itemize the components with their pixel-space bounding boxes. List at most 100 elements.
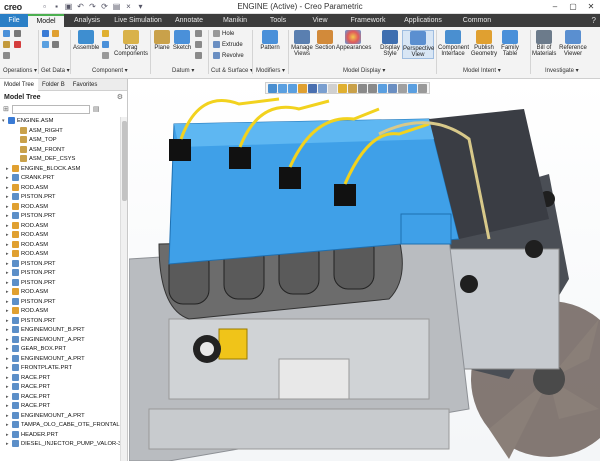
tree-item[interactable]: ▸ ROD.ASM — [6, 240, 48, 250]
settings-button[interactable] — [3, 52, 12, 59]
tab-view[interactable]: View — [298, 14, 342, 27]
get-data-button-4[interactable] — [52, 41, 61, 48]
group-operations[interactable]: Operations ▾ — [3, 67, 37, 74]
tab-analysis[interactable]: Analysis — [64, 14, 110, 27]
help-icon[interactable]: ? — [592, 16, 600, 25]
plane-button[interactable]: Plane — [153, 30, 171, 51]
graphics-viewport[interactable] — [129, 79, 600, 461]
reference-viewer-button[interactable]: Reference Viewer — [557, 30, 589, 57]
component-button-1[interactable] — [102, 30, 111, 37]
tree-item[interactable]: ▸ RACE.PRT — [6, 402, 50, 411]
revolve-button[interactable]: Revolve — [213, 52, 244, 59]
assemble-button[interactable]: Assemble — [73, 30, 99, 51]
tree-filter-icon[interactable]: ⊞ — [3, 105, 9, 113]
tree-item[interactable]: ▸ ENGINEMOUNT_A.PRT — [6, 354, 85, 364]
hole-button[interactable]: Hole — [213, 30, 234, 37]
tree-item[interactable]: ▾ ENGINE.ASM — [2, 117, 53, 126]
maximize-icon[interactable]: ▢ — [564, 0, 582, 13]
tree-item[interactable]: ▸ PISTON.PRT — [6, 316, 56, 326]
delete-button[interactable] — [14, 41, 23, 48]
tree-item[interactable]: ▸ ROD.ASM — [6, 231, 48, 240]
group-investigate[interactable]: Investigate ▾ — [545, 67, 579, 74]
group-get-data[interactable]: Get Data ▾ — [41, 67, 70, 74]
section-button[interactable]: Section — [314, 30, 336, 51]
tree-settings-icon[interactable]: ⚙ — [117, 93, 123, 101]
tree-item[interactable]: ▸ CRANK.PRT — [6, 174, 54, 183]
tree-item[interactable]: ▸ ROD.ASM — [6, 288, 48, 297]
tree-item[interactable]: ▸ RACE.PRT — [6, 392, 50, 402]
close-icon[interactable]: ✕ — [582, 0, 600, 13]
group-model-display[interactable]: Model Display ▾ — [343, 67, 385, 74]
tree-item[interactable]: ▸ GEAR_BOX.PRT — [6, 345, 66, 354]
group-model-intent[interactable]: Model Intent ▾ — [463, 67, 501, 74]
tree-scroll-thumb[interactable] — [122, 121, 127, 201]
tree-item[interactable]: ▸ RACE.PRT — [6, 383, 50, 392]
component-interface-button[interactable]: Component Interface — [438, 30, 469, 57]
tab-manikin[interactable]: Manikin — [212, 14, 258, 27]
tab-file[interactable]: File — [0, 14, 28, 27]
group-cut-surface[interactable]: Cut & Surface ▾ — [211, 67, 253, 74]
copy-button[interactable] — [14, 30, 23, 37]
tree-item[interactable]: ▸ PISTON.PRT — [6, 212, 56, 221]
regenerate-button[interactable] — [3, 30, 12, 37]
group-modifiers[interactable]: Modifiers ▾ — [256, 67, 285, 74]
group-component[interactable]: Component ▾ — [92, 67, 128, 74]
tree-item[interactable]: ▸DIESEL_INJECTOR_PUMP_VALOR-35250 — [6, 440, 120, 449]
tab-annotate[interactable]: Annotate — [166, 14, 212, 27]
tree-item[interactable]: ▸ ENGINE_BLOCK.ASM — [6, 164, 80, 174]
paste-button[interactable] — [3, 41, 12, 48]
csys-button[interactable] — [195, 52, 204, 59]
get-data-button-3[interactable] — [42, 41, 51, 48]
tree-item[interactable]: ▸ ROD.ASM — [6, 221, 48, 231]
tree-item[interactable]: ▸ PISTON.PRT — [6, 259, 56, 269]
tree-item[interactable]: ▸ PISTON.PRT — [6, 278, 56, 288]
tree-scrollbar[interactable] — [120, 117, 127, 461]
manage-views-button[interactable]: Manage Views — [291, 30, 313, 57]
tree-item[interactable]: ▸ RACE.PRT — [6, 373, 50, 383]
tab-live-simulation[interactable]: Live Simulation — [110, 14, 166, 27]
get-data-button-2[interactable] — [52, 30, 61, 37]
appearances-button[interactable]: Appearances — [336, 30, 371, 51]
tree-item[interactable]: ▸ HEADER.PRT — [6, 430, 58, 440]
component-button-3[interactable] — [102, 52, 111, 59]
tree-item[interactable]: ASM_RIGHT — [14, 126, 63, 136]
tree-item[interactable]: ASM_DEF_CSYS — [14, 155, 75, 164]
point-button[interactable] — [195, 41, 204, 48]
tree-item[interactable]: ▸ ROD.ASM — [6, 307, 48, 316]
bill-of-materials-button[interactable]: Bill of Materials — [532, 30, 556, 57]
extrude-button[interactable]: Extrude — [213, 41, 243, 48]
tab-folder-browser[interactable]: Folder B — [38, 79, 69, 91]
tree-item[interactable]: ▸ ROD.ASM — [6, 183, 48, 193]
tab-tools[interactable]: Tools — [258, 14, 298, 27]
perspective-view-button[interactable]: Perspective View — [402, 30, 434, 59]
display-style-button[interactable]: Display Style — [378, 30, 402, 57]
family-table-button[interactable]: Family Table — [499, 30, 521, 57]
component-button-2[interactable] — [102, 41, 111, 48]
tab-common[interactable]: Common — [452, 14, 502, 27]
tree-item[interactable]: ▸ PISTON.PRT — [6, 269, 56, 278]
tree-item[interactable]: ▸ ENGINEMOUNT_B.PRT — [6, 326, 85, 335]
tree-item[interactable]: ▸ ENGINEMOUNT_A.PRT — [6, 335, 85, 345]
tab-model-tree[interactable]: Model Tree — [0, 78, 39, 91]
axis-button[interactable] — [195, 30, 204, 37]
publish-geometry-button[interactable]: Publish Geometry — [470, 30, 498, 57]
tree-columns-icon[interactable]: ▤ — [93, 105, 100, 113]
tree-item[interactable]: ▸ PISTON.PRT — [6, 297, 56, 307]
group-datum[interactable]: Datum ▾ — [172, 67, 194, 74]
tree-item[interactable]: ASM_TOP — [14, 136, 57, 145]
tab-framework[interactable]: Framework — [342, 14, 394, 27]
tree-item[interactable]: ▸ FRONTPLATE.PRT — [6, 364, 72, 373]
tree-search-input[interactable] — [11, 104, 90, 114]
tab-favorites[interactable]: Favorites — [69, 79, 102, 91]
drag-components-button[interactable]: Drag Components — [114, 30, 148, 57]
tree-item[interactable]: ▸ ROD.ASM — [6, 202, 48, 212]
tree-item[interactable]: ASM_FRONT — [14, 145, 65, 155]
engine-model[interactable] — [129, 79, 600, 461]
tab-model[interactable]: Model — [28, 14, 64, 27]
tree-item[interactable]: ▸ ENGINEMOUNT_A.PRT — [6, 411, 85, 421]
get-data-button-1[interactable] — [42, 30, 51, 37]
tree-item[interactable]: ▸ ROD.ASM — [6, 250, 48, 259]
tree-item[interactable]: ▸TAMPA_OLO_CABE_OTE_FRONTAL.PRT — [6, 421, 120, 430]
tab-applications[interactable]: Applications — [394, 14, 452, 27]
pattern-button[interactable]: Pattern — [256, 30, 284, 51]
